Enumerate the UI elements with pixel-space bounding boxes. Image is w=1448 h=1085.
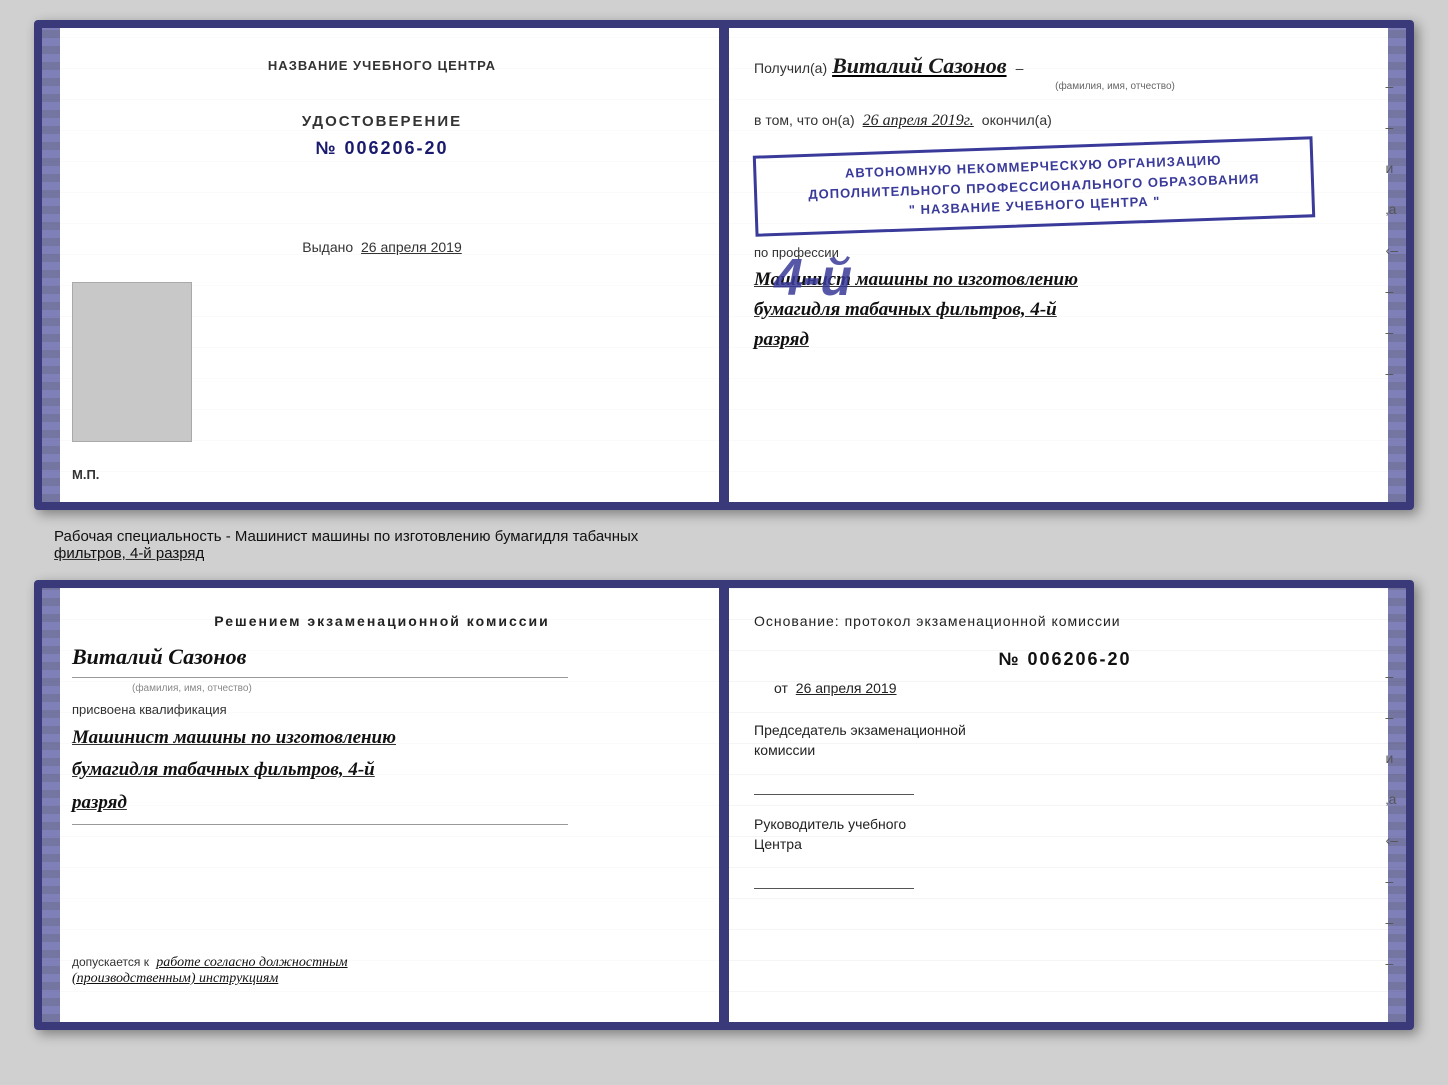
kvalif-separator	[72, 824, 568, 825]
b-dash3: и	[1386, 750, 1398, 766]
reshen-title: Решением экзаменационной комиссии	[72, 613, 692, 629]
okonchil-text: окончил(а)	[982, 112, 1052, 128]
rukovoditel-signature-line	[754, 869, 914, 889]
dopuskaetsya-prefix: допускается к	[72, 955, 149, 969]
kvalif-line2: бумагидля табачных фильтров, 4-й	[72, 754, 692, 786]
bottom-right-dashes: – – и ‚а ‹– – – –	[1386, 668, 1398, 971]
b-dash5: ‹–	[1386, 832, 1398, 848]
center-label-top: НАЗВАНИЕ УЧЕБНОГО ЦЕНТРА	[268, 58, 496, 73]
b-dash2: –	[1386, 709, 1398, 725]
predsedatel-label: Председатель экзаменационной комиссии	[754, 721, 1376, 760]
vtom-container: в том, что он(а) 26 апреля 2019г. окончи…	[754, 112, 1376, 130]
b-dash1: –	[1386, 668, 1398, 684]
vydano-prefix: Выдано	[302, 239, 353, 255]
doc-spine	[719, 28, 729, 502]
b-dash8: –	[1386, 955, 1398, 971]
protocol-number: № 006206-20	[754, 649, 1376, 670]
kvalif-line1: Машинист машины по изготовлению	[72, 722, 692, 754]
fio-subtitle-top: (фамилия, имя, отчество)	[854, 81, 1376, 92]
dash3: и	[1386, 160, 1398, 176]
middle-line1: Рабочая специальность - Машинист машины …	[54, 528, 1394, 545]
mp-label: М.П.	[72, 467, 99, 482]
bottom-doc-spine	[719, 588, 729, 1022]
dopuskaetsya-container: допускается к работе согласно должностны…	[72, 955, 692, 997]
stamp-area: 4-й АВТОНОМНУЮ НЕКОММЕРЧЕСКУЮ ОРГАНИЗАЦИ…	[754, 138, 1376, 235]
dash4: ‚а	[1386, 201, 1398, 217]
vtom-prefix: в том, что он(а)	[754, 112, 855, 128]
stamp-box: АВТОНОМНУЮ НЕКОММЕРЧЕСКУЮ ОРГАНИЗАЦИЮ ДО…	[753, 136, 1315, 236]
vydano-line: Выдано 26 апреля 2019	[302, 239, 462, 255]
kvalif-line3: разряд	[72, 787, 692, 819]
profession-line3: разряд	[754, 325, 1376, 355]
udostoverenie-number: № 006206-20	[315, 138, 448, 159]
dash1: –	[1386, 78, 1398, 94]
osnovanie-text: Основание: протокол экзаменационной коми…	[754, 613, 1376, 629]
bottom-left-page: Решением экзаменационной комиссии Витали…	[42, 588, 724, 1022]
udostoverenie-title: УДОСТОВЕРЕНИЕ	[302, 113, 462, 130]
b-dash7: –	[1386, 914, 1398, 930]
rukovoditel-line1: Руководитель учебного	[754, 816, 906, 832]
dash6: –	[1386, 283, 1398, 299]
poluchil-prefix: Получил(а)	[754, 60, 827, 76]
vydano-date: 26 апреля 2019	[361, 239, 462, 255]
rukovoditel-line2: Центра	[754, 836, 802, 852]
side-dashes-top: – – и ‚а ‹– – – –	[1386, 78, 1398, 381]
bottom-fio-name: Виталий Сазонов	[72, 644, 692, 670]
b-dash4: ‚а	[1386, 791, 1398, 807]
vtom-date: 26 апреля 2019г.	[863, 112, 974, 130]
middle-text-section: Рабочая специальность - Машинист машины …	[34, 520, 1414, 570]
dash7: –	[1386, 324, 1398, 340]
poluchil-container: Получил(а) Виталий Сазонов –	[754, 53, 1376, 79]
top-right-page: Получил(а) Виталий Сазонов – (фамилия, и…	[724, 28, 1406, 502]
ot-line: от 26 апреля 2019	[774, 680, 1376, 696]
fio-separator	[72, 677, 568, 678]
bottom-right-page: Основание: протокол экзаменационной коми…	[724, 588, 1406, 1022]
middle-line2: фильтров, 4-й разряд	[54, 545, 1394, 562]
bottom-document: Решением экзаменационной комиссии Витали…	[34, 580, 1414, 1030]
poluchil-name: Виталий Сазонов	[832, 53, 1006, 79]
dash8: –	[1386, 365, 1398, 381]
bottom-fio-subtitle: (фамилия, имя, отчество)	[132, 683, 692, 694]
ot-prefix: от	[774, 680, 788, 696]
b-dash6: –	[1386, 873, 1398, 889]
prisvoena-label: присвоена квалификация	[72, 702, 692, 717]
predsedatel-line2: комиссии	[754, 742, 815, 758]
rukovoditel-label: Руководитель учебного Центра	[754, 815, 1376, 854]
dash2: –	[1386, 119, 1398, 135]
dash5: ‹–	[1386, 242, 1398, 258]
photo-placeholder	[72, 282, 192, 442]
top-left-page: НАЗВАНИЕ УЧЕБНОГО ЦЕНТРА УДОСТОВЕРЕНИЕ №…	[42, 28, 724, 502]
top-document: НАЗВАНИЕ УЧЕБНОГО ЦЕНТРА УДОСТОВЕРЕНИЕ №…	[34, 20, 1414, 510]
big-number: 4-й	[774, 248, 852, 308]
ot-date: 26 апреля 2019	[796, 680, 897, 696]
dopuskaetsya-line2: (производственным) инструкциям	[72, 971, 278, 986]
bottom-left-edge	[42, 588, 60, 1022]
page-container: НАЗВАНИЕ УЧЕБНОГО ЦЕНТРА УДОСТОВЕРЕНИЕ №…	[0, 0, 1448, 1085]
dopuskaetsya-text: работе согласно должностным	[156, 955, 347, 970]
predsedatel-signature-line	[754, 775, 914, 795]
predsedatel-line1: Председатель экзаменационной	[754, 722, 966, 738]
